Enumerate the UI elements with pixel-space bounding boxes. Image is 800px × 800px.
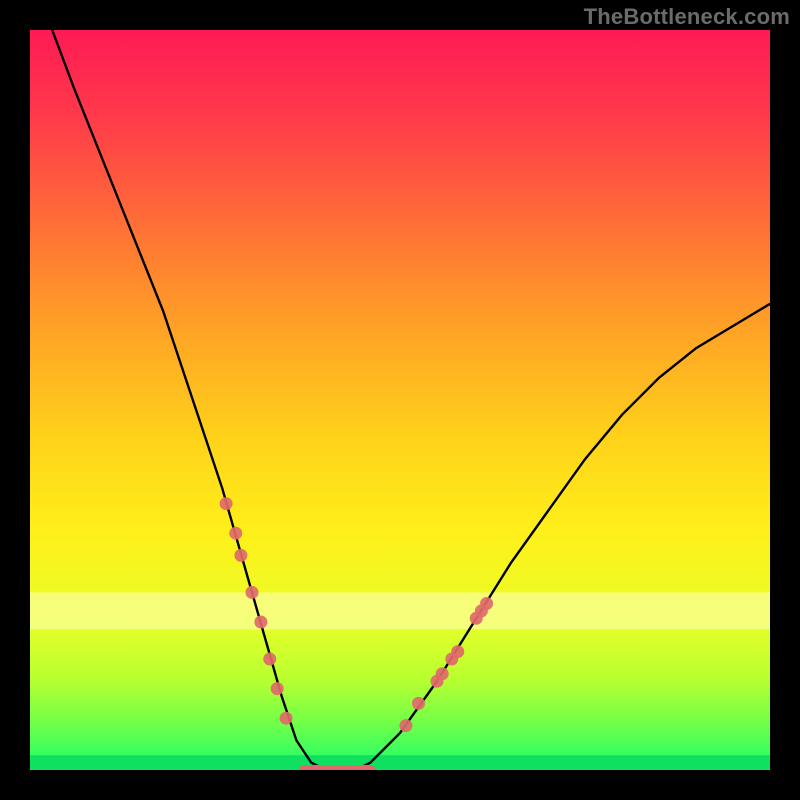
curve-marker (480, 597, 493, 610)
curve-marker (412, 697, 425, 710)
chart-plot (30, 30, 770, 770)
threshold-band (30, 592, 770, 629)
gradient-background (30, 30, 770, 770)
optimal-zone (30, 755, 770, 770)
curve-marker (229, 527, 242, 540)
chart-frame: TheBottleneck.com (0, 0, 800, 800)
curve-marker (220, 497, 233, 510)
curve-marker (436, 667, 449, 680)
curve-marker (234, 549, 247, 562)
curve-marker (280, 712, 293, 725)
curve-marker (271, 682, 284, 695)
curve-marker (254, 616, 267, 629)
curve-marker (451, 645, 464, 658)
curve-marker (246, 586, 259, 599)
curve-marker (263, 653, 276, 666)
watermark-label: TheBottleneck.com (584, 4, 790, 30)
chart-svg (30, 30, 770, 770)
curve-marker (399, 719, 412, 732)
